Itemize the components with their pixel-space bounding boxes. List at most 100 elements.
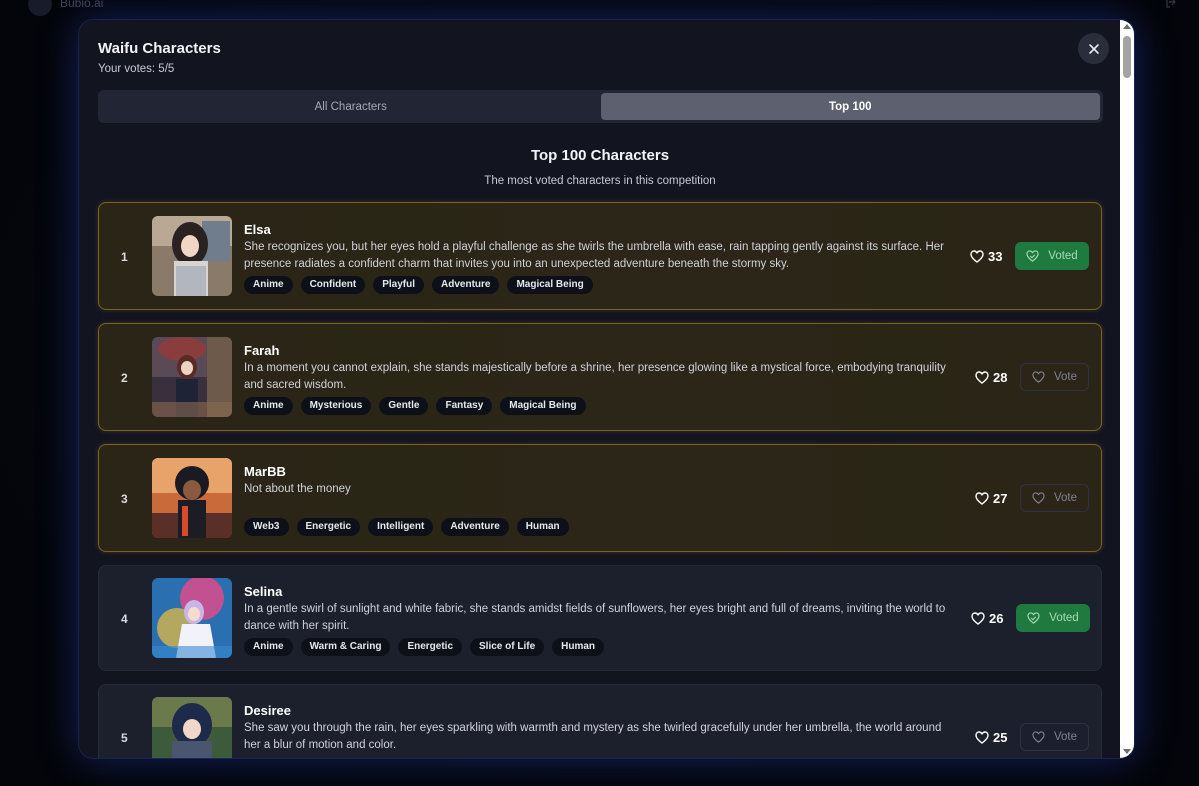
tag-list: Anime Mysterious Gentle Fantasy Magical … <box>244 397 586 415</box>
scrollbar[interactable] <box>1120 20 1134 758</box>
modal-title: Waifu Characters <box>98 40 221 57</box>
tag: Magical Being <box>507 276 593 294</box>
character-card[interactable]: 2 Farah In a moment you cannot explain, <box>98 323 1102 431</box>
vote-label: Vote <box>1053 492 1078 504</box>
vote-label: Vote <box>1053 371 1078 383</box>
voted-button[interactable]: Voted <box>1015 242 1089 270</box>
character-description: In a gentle swirl of sunlight and white … <box>244 603 946 632</box>
rank-number: 5 <box>121 731 128 745</box>
tag: Adventure <box>432 276 500 294</box>
voted-label: Voted <box>1049 612 1079 624</box>
character-description: In a moment you cannot explain, she stan… <box>244 362 946 391</box>
avatar-image <box>152 697 232 758</box>
tag-list: Anime Warm & Caring Energetic Slice of L… <box>244 638 605 656</box>
vote-count-value: 27 <box>993 491 1008 506</box>
character-card[interactable]: 4 Selina In a gentle swirl of sunlight a… <box>98 565 1102 671</box>
tag-list: Anime Confident Playful Adventure Magica… <box>244 276 593 294</box>
vote-count-value: 33 <box>988 249 1003 264</box>
vote-count: 26 <box>971 611 1003 626</box>
close-icon <box>1088 43 1099 54</box>
character-avatar[interactable] <box>152 697 232 758</box>
vote-button[interactable]: Vote <box>1020 723 1089 751</box>
scrollbar-thumb[interactable] <box>1123 36 1131 78</box>
rank-number: 2 <box>121 371 128 385</box>
character-description: She saw you through the rain, her eyes s… <box>244 722 942 751</box>
modal-content: Waifu Characters Your votes: 5/5 All Cha… <box>79 20 1120 758</box>
tag: Warm & Caring <box>300 638 391 656</box>
tag: Confident <box>300 276 366 294</box>
tag: Web3 <box>244 518 289 536</box>
tag: Anime <box>244 276 293 294</box>
vote-button[interactable]: Vote <box>1020 484 1089 512</box>
tag: Playful <box>373 276 425 294</box>
vote-count-value: 26 <box>989 611 1004 626</box>
tag: Energetic <box>398 638 463 656</box>
character-name: Elsa <box>244 222 271 237</box>
character-avatar[interactable] <box>152 578 232 658</box>
character-list: 1 Elsa She recognizes you, but her eyes … <box>98 202 1103 758</box>
character-card[interactable]: 3 MarBB Not about the money Web3 Energet… <box>98 444 1102 552</box>
avatar-image <box>152 337 232 417</box>
vote-count-value: 28 <box>993 370 1008 385</box>
tag: Fantasy <box>436 397 493 415</box>
logout-icon <box>1166 0 1176 8</box>
heart-check-icon <box>1027 612 1040 624</box>
character-name: Selina <box>244 584 283 599</box>
rank-number: 1 <box>121 250 128 264</box>
heart-icon <box>975 492 989 505</box>
tab-top-100[interactable]: Top 100 <box>600 93 1100 120</box>
tag: Gentle <box>379 397 429 415</box>
avatar-image <box>152 458 232 538</box>
heart-icon <box>1032 492 1045 504</box>
tag: Intelligent <box>368 518 434 536</box>
character-description: She recognizes you, but her eyes hold a … <box>244 241 944 270</box>
rank-number: 4 <box>121 612 128 626</box>
tab-bar: All Characters Top 100 <box>98 90 1103 123</box>
tag: Magical Being <box>500 397 586 415</box>
section-title: Top 100 Characters <box>530 147 670 164</box>
vote-label: Vote <box>1053 731 1078 743</box>
character-name: Farah <box>244 343 280 358</box>
scroll-up-arrow-icon[interactable] <box>1123 24 1131 29</box>
vote-count-value: 25 <box>993 730 1008 745</box>
voted-label: Voted <box>1048 250 1078 262</box>
heart-icon <box>975 371 989 384</box>
vote-count: 28 <box>975 370 1007 385</box>
character-name: MarBB <box>244 464 286 479</box>
character-avatar[interactable] <box>152 337 232 417</box>
heart-icon <box>1032 371 1045 383</box>
close-button[interactable] <box>1078 33 1109 64</box>
tag: Human <box>552 638 605 656</box>
heart-icon <box>970 250 984 263</box>
votes-counter: Your votes: 5/5 <box>98 63 175 75</box>
character-description: Not about the money <box>244 483 351 495</box>
tag: Anime <box>244 638 293 656</box>
heart-icon <box>975 731 989 744</box>
tag: Slice of Life <box>470 638 545 656</box>
heart-check-icon <box>1026 250 1039 262</box>
vote-count: 33 <box>970 249 1002 264</box>
avatar-image <box>152 216 232 296</box>
character-avatar[interactable] <box>152 216 232 296</box>
section-subtitle: The most voted characters in this compet… <box>484 175 716 187</box>
tag: Energetic <box>296 518 361 536</box>
tag: Mysterious <box>300 397 372 415</box>
avatar-image <box>152 578 232 658</box>
tag: Adventure <box>441 518 509 536</box>
vote-count: 25 <box>975 730 1007 745</box>
character-avatar[interactable] <box>152 458 232 538</box>
app-name: Bubio.ai <box>60 0 104 10</box>
vote-count: 27 <box>975 491 1007 506</box>
tab-all-characters[interactable]: All Characters <box>101 93 601 120</box>
heart-icon <box>971 612 985 625</box>
tag-list: Web3 Energetic Intelligent Adventure Hum… <box>244 518 569 536</box>
rank-number: 3 <box>121 492 128 506</box>
character-card[interactable]: 5 Desiree She saw you through the rain, … <box>98 684 1102 758</box>
characters-modal: Waifu Characters Your votes: 5/5 All Cha… <box>79 20 1134 758</box>
scroll-down-arrow-icon[interactable] <box>1123 749 1131 754</box>
character-name: Desiree <box>244 703 291 718</box>
voted-button[interactable]: Voted <box>1016 604 1090 632</box>
tag: Anime <box>244 397 293 415</box>
character-card[interactable]: 1 Elsa She recognizes you, but her eyes … <box>98 202 1102 310</box>
vote-button[interactable]: Vote <box>1020 363 1089 391</box>
